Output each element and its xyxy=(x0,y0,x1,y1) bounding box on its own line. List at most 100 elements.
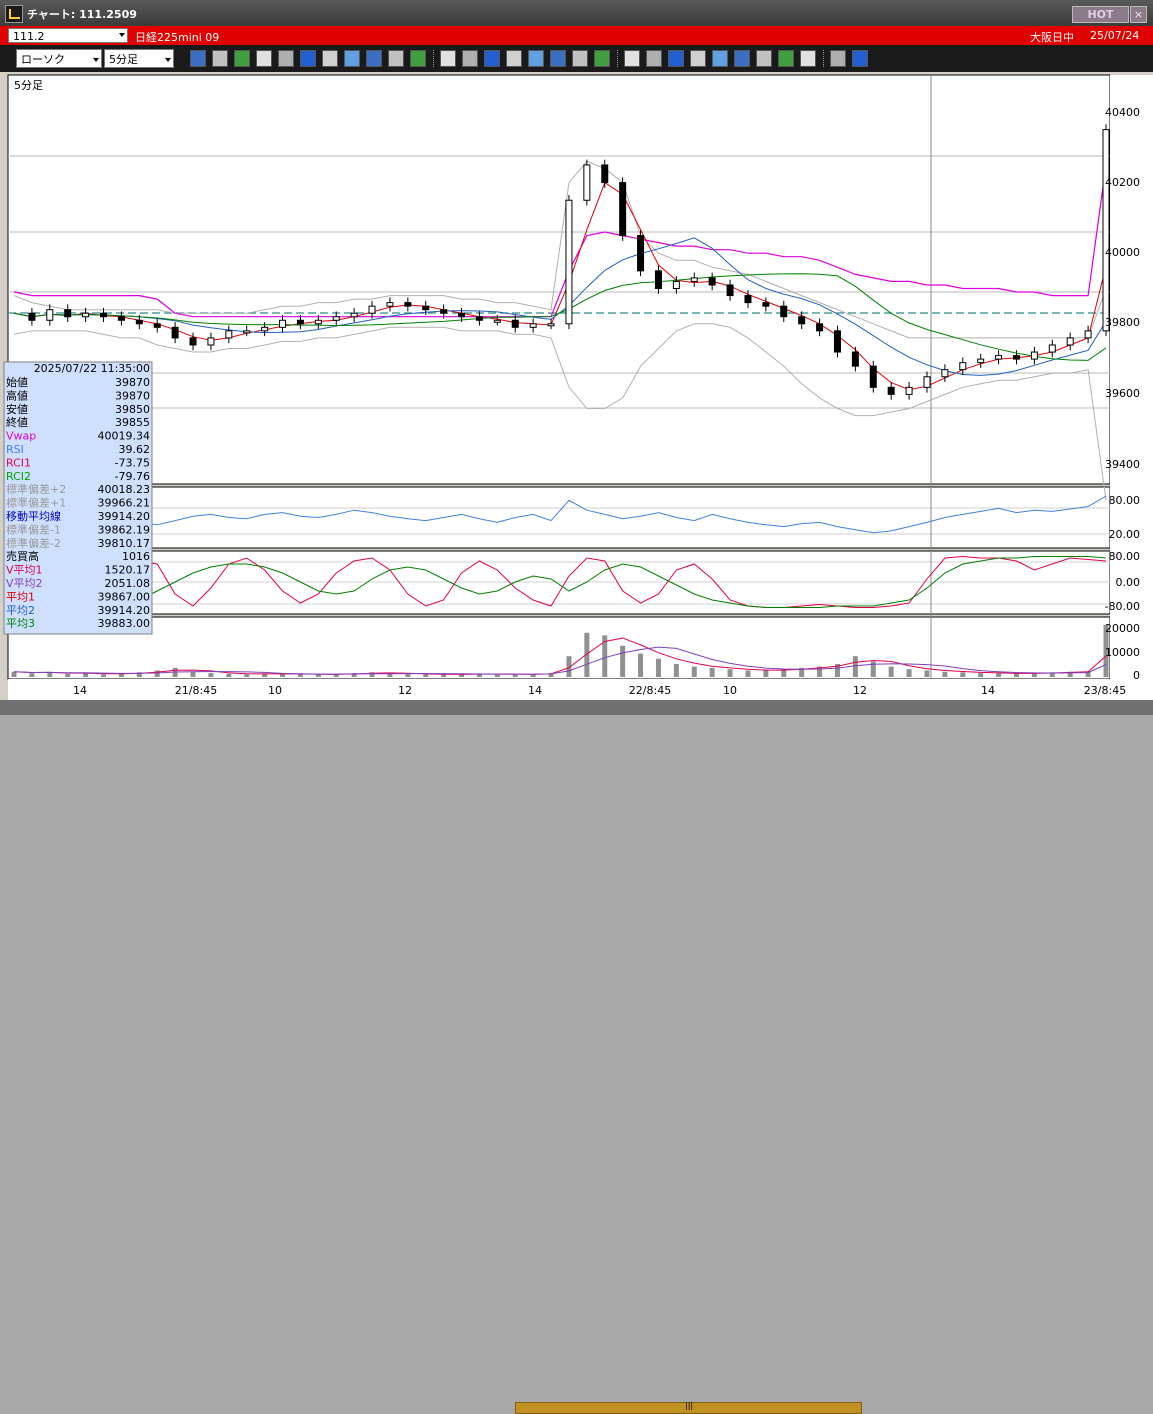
legend-label: RCI2 xyxy=(6,470,31,483)
symbol-code-value: 111.2 xyxy=(13,30,45,43)
chart-type-select[interactable]: ローソク xyxy=(16,49,102,68)
legend-label: 高値 xyxy=(6,388,28,402)
date-label: 25/07/24 xyxy=(1090,29,1140,42)
flag-icon[interactable] xyxy=(572,50,588,67)
hl-icon[interactable] xyxy=(712,50,728,67)
legend-value: -73.75 xyxy=(115,456,150,469)
chart-area[interactable]: 5分足 40400 40200 40000 39800 39600 39400 80.00 2… xyxy=(0,72,1153,700)
legend-label: 標準偏差-1 xyxy=(6,522,61,536)
window-icon[interactable] xyxy=(212,50,228,67)
candle-body xyxy=(690,277,698,282)
rci-tick-label: -80.00 xyxy=(1105,600,1140,613)
candle-body xyxy=(135,319,143,325)
board-icon[interactable] xyxy=(550,50,566,67)
legend-label: 安値 xyxy=(6,402,28,416)
all-icon[interactable] xyxy=(410,50,426,67)
volume-bar xyxy=(996,673,1002,677)
atr-icon[interactable] xyxy=(734,50,750,67)
close-button[interactable]: × xyxy=(1130,6,1147,23)
mae-icon[interactable] xyxy=(690,50,706,67)
link-icon[interactable] xyxy=(256,50,272,67)
export-icon[interactable] xyxy=(852,50,868,67)
pen-icon[interactable] xyxy=(234,50,250,67)
candle-body xyxy=(547,323,555,327)
candle-body xyxy=(959,362,967,371)
pr-icon[interactable] xyxy=(756,50,772,67)
legend-value: 39914.20 xyxy=(98,604,151,617)
rci-tick-label: 0.00 xyxy=(1116,576,1141,589)
legend-label: 売買高 xyxy=(6,549,39,563)
bar-chart-icon[interactable] xyxy=(366,50,382,67)
box-icon[interactable] xyxy=(800,50,816,67)
disabled-icon[interactable] xyxy=(594,50,610,67)
horizontal-scrollbar[interactable]: ||| xyxy=(0,700,1153,1414)
chevron-down-icon xyxy=(165,58,171,62)
candle-body xyxy=(1102,129,1110,332)
candle-body xyxy=(565,199,573,325)
volume-bar xyxy=(1013,673,1019,677)
volume-tick-label: 20000 xyxy=(1105,622,1140,635)
candle-body xyxy=(440,309,448,314)
symbol-code-select[interactable]: 111.2 xyxy=(8,28,128,43)
settings-icon[interactable] xyxy=(440,50,456,67)
pvt-icon[interactable] xyxy=(778,50,794,67)
ma-icon[interactable] xyxy=(624,50,640,67)
hot-button[interactable]: HOT xyxy=(1072,6,1129,23)
volume-bar xyxy=(441,674,447,677)
sell-icon[interactable] xyxy=(506,50,522,67)
volume-bar xyxy=(190,671,196,677)
color-icon[interactable] xyxy=(484,50,500,67)
legend-value: 39855 xyxy=(115,416,150,429)
legend-datetime: 2025/07/22 11:35:00 xyxy=(34,362,150,375)
candle-body xyxy=(583,164,591,201)
trash-icon[interactable] xyxy=(344,50,360,67)
log-icon[interactable] xyxy=(830,50,846,67)
legend-label: V平均2 xyxy=(6,577,43,590)
volume-bar xyxy=(906,669,912,677)
candle-body xyxy=(404,302,412,307)
title-bar[interactable]: チャート: 111.2509 HOT × xyxy=(0,0,1153,26)
bb-icon[interactable] xyxy=(668,50,684,67)
candle-body xyxy=(619,182,627,237)
candle-body xyxy=(905,386,913,395)
legend-value: 2051.08 xyxy=(105,577,151,590)
volume-tick-label: 0 xyxy=(1133,669,1140,682)
legend-value: 39870 xyxy=(115,376,150,389)
time-tick-label: 21/8:45 xyxy=(175,684,217,697)
window-title: チャート: 111.2509 xyxy=(27,8,137,21)
volume-tick-label: 10000 xyxy=(1105,646,1140,659)
candle-body xyxy=(529,323,537,328)
candle-body xyxy=(780,305,788,318)
candle-body xyxy=(869,365,877,388)
mr-icon[interactable] xyxy=(646,50,662,67)
cursor-icon[interactable] xyxy=(278,50,294,67)
candle-body xyxy=(637,235,645,272)
chart-window: チャート: 111.2509 HOT × 111.2 日経225mini 09 … xyxy=(0,0,1153,1414)
candle-body xyxy=(207,337,215,346)
arrow-icon[interactable] xyxy=(300,50,316,67)
interval-select[interactable]: 5分足 xyxy=(104,49,174,68)
memo-icon[interactable] xyxy=(322,50,338,67)
bar-chart-2-icon[interactable] xyxy=(388,50,404,67)
volume-bar xyxy=(620,645,626,677)
legend-value: 39914.20 xyxy=(98,510,151,523)
volume-bar xyxy=(960,672,966,677)
candle-body xyxy=(64,309,72,318)
chart-interval-label: 5分足 xyxy=(14,79,43,92)
candle-body xyxy=(332,316,340,321)
legend-value: 39850 xyxy=(115,403,150,416)
legend-value: 39883.00 xyxy=(98,617,151,630)
legend-value: 39870 xyxy=(115,389,150,402)
toolbar-separator xyxy=(433,50,436,67)
volume-bar xyxy=(727,669,733,677)
wrench-icon[interactable] xyxy=(462,50,478,67)
volume-bar xyxy=(638,653,644,677)
volume-bar xyxy=(494,674,500,677)
scroll-thumb[interactable]: ||| xyxy=(515,1401,862,1414)
volume-bar xyxy=(47,672,53,677)
volume-bar xyxy=(709,667,715,677)
legend-label: 標準偏差+1 xyxy=(6,496,66,510)
search-icon[interactable] xyxy=(528,50,544,67)
candle-body xyxy=(1048,344,1056,353)
zoom-icon[interactable] xyxy=(190,50,206,67)
